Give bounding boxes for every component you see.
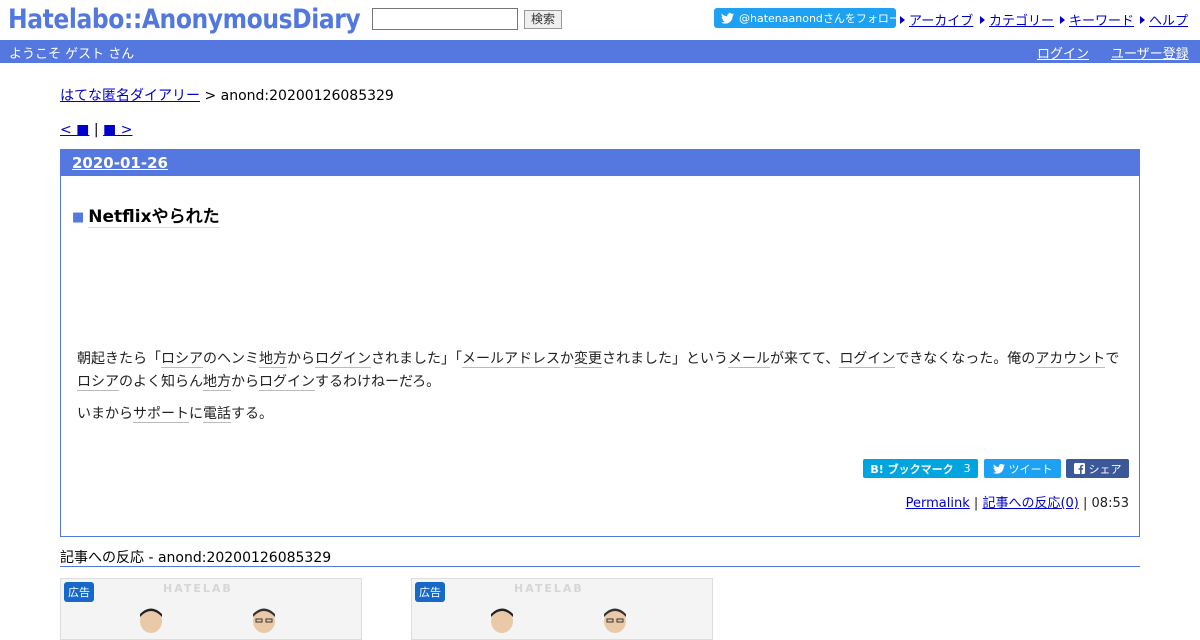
keyword-link[interactable]: サポート xyxy=(133,406,189,423)
keyword-link[interactable]: 地方 xyxy=(203,374,231,391)
hatena-bookmark-button[interactable]: B! ブックマーク 3 xyxy=(863,459,978,478)
triangle-right-icon xyxy=(1140,16,1145,24)
entry-time: 08:53 xyxy=(1091,496,1129,511)
triangle-right-icon xyxy=(900,16,905,24)
entry-paragraph-1: 朝起きたら「ロシアのヘンミ地方からログインされました」「メールアドレスか変更され… xyxy=(77,348,1133,394)
keyword-link[interactable]: 地方 xyxy=(259,351,287,368)
bookmark-count: 3 xyxy=(963,462,971,475)
entry-paragraph-2: いまからサポートに電話する。 xyxy=(77,403,1133,426)
permalink-link[interactable]: Permalink xyxy=(906,496,970,511)
ad-people-image-icon xyxy=(140,608,275,633)
nav-category[interactable]: カテゴリー xyxy=(980,10,1054,29)
prev-entry-link[interactable]: < ■ xyxy=(60,122,89,138)
ad-card[interactable]: 広告 HATELAB xyxy=(411,578,713,640)
entry-title-text: Netflixやられた xyxy=(88,207,220,228)
site-logo[interactable]: Hatelabo::AnonymousDiary xyxy=(8,3,361,37)
entry-text-segment: か xyxy=(560,351,574,367)
entry-box: 2020-01-26 ■ Netflixやられた 朝起きたら「ロシアのヘンミ地方か… xyxy=(60,149,1140,537)
entry-text-segment: で xyxy=(1105,351,1120,367)
follow-label: @hatenaanondさんをフォロー xyxy=(739,12,896,25)
keyword-link[interactable]: 変更 xyxy=(574,351,602,368)
entry-text-segment: いまから xyxy=(77,406,133,422)
share-label: シェア xyxy=(1088,462,1122,476)
entry-text-segment: から xyxy=(231,374,259,390)
entry-text-segment: するわけねーだろ。 xyxy=(315,374,441,390)
tweet-button[interactable]: ツイート xyxy=(984,459,1061,478)
keyword-link[interactable]: ログイン xyxy=(839,351,896,368)
entry-text-segment: する。 xyxy=(231,406,273,422)
keyword-link[interactable]: ロシア xyxy=(77,374,119,391)
nav-archive[interactable]: アーカイブ xyxy=(900,10,973,29)
entry-text-segment: できなくなった。俺の xyxy=(895,351,1036,367)
search-button[interactable]: 検索 xyxy=(524,10,563,29)
pager-separator: | xyxy=(93,122,99,138)
triangle-right-icon xyxy=(1060,16,1065,24)
entry-text-segment: に xyxy=(189,406,203,422)
keyword-link[interactable]: アカウント xyxy=(1035,351,1106,368)
nav-category-link[interactable]: カテゴリー xyxy=(989,14,1054,29)
ad-people-image-icon xyxy=(491,608,626,633)
entry-text-segment: されました」という xyxy=(602,351,728,367)
entry-text-segment: のヘンミ xyxy=(203,351,259,367)
nav-help-link[interactable]: ヘルプ xyxy=(1149,14,1188,29)
footer-separator: | xyxy=(973,496,979,511)
entry-text-segment: されました」「 xyxy=(371,351,462,367)
entry-text-segment: から xyxy=(287,351,315,367)
entry-text-segment: のよく知らん xyxy=(119,374,203,390)
ad-badge: 広告 xyxy=(415,582,445,602)
entry-permalink-square-icon[interactable]: ■ xyxy=(72,210,84,225)
keyword-link[interactable]: ログイン xyxy=(259,374,315,391)
triangle-right-icon xyxy=(980,16,985,24)
bookmark-label: B! ブックマーク xyxy=(870,462,954,476)
ad-watermark: HATELAB xyxy=(163,582,233,595)
welcome-text: ようこそ ゲスト さん xyxy=(9,47,135,62)
ad-badge: 広告 xyxy=(64,582,94,602)
footer-separator: | xyxy=(1083,496,1088,511)
nav-keyword[interactable]: キーワード xyxy=(1060,10,1134,29)
user-bar: ようこそ ゲスト さん ログイン ユーザー登録 xyxy=(0,40,1200,63)
keyword-link[interactable]: メールアドレス xyxy=(462,351,560,368)
tweet-label: ツイート xyxy=(1008,462,1053,476)
entry-title: ■ Netflixやられた xyxy=(72,202,220,228)
ad-card[interactable]: 広告 HATELAB xyxy=(60,578,362,640)
header: Hatelabo::AnonymousDiary 検索 @hatenaanond… xyxy=(0,0,1200,40)
breadcrumb-separator: > xyxy=(204,88,217,104)
keyword-link[interactable]: ロシア xyxy=(161,351,203,368)
twitter-bird-icon xyxy=(992,463,1005,474)
login-link[interactable]: ログイン xyxy=(1037,43,1089,62)
twitter-follow-button[interactable]: @hatenaanondさんをフォロー xyxy=(714,8,896,28)
reactions-link[interactable]: 記事への反応(0) xyxy=(982,496,1078,511)
entry-date-link[interactable]: 2020-01-26 xyxy=(72,154,168,172)
entry-text-segment: 朝起きたら「 xyxy=(77,351,161,367)
nav-archive-link[interactable]: アーカイブ xyxy=(909,14,973,29)
ad-watermark: HATELAB xyxy=(514,582,584,595)
keyword-link[interactable]: メール xyxy=(728,351,770,368)
facebook-share-button[interactable]: シェア xyxy=(1066,459,1129,478)
nav-help[interactable]: ヘルプ xyxy=(1140,10,1188,29)
register-link[interactable]: ユーザー登録 xyxy=(1111,43,1189,62)
breadcrumb-home-link[interactable]: はてな匿名ダイアリー xyxy=(60,88,200,104)
search-input[interactable] xyxy=(372,8,518,30)
keyword-link[interactable]: ログイン xyxy=(315,351,371,368)
reactions-heading: 記事への反応 - anond:20200126085329 xyxy=(60,547,1140,567)
twitter-bird-icon xyxy=(721,12,734,24)
next-entry-link[interactable]: ■ > xyxy=(103,122,132,138)
entry-footer: Permalink | 記事への反応(0) | 08:53 xyxy=(906,492,1129,511)
keyword-link[interactable]: 電話 xyxy=(203,406,231,423)
nav-keyword-link[interactable]: キーワード xyxy=(1069,14,1134,29)
pager: < ■ | ■ > xyxy=(60,122,132,138)
entry-date-header: 2020-01-26 xyxy=(61,150,1139,176)
breadcrumb: はてな匿名ダイアリー > anond:20200126085329 xyxy=(60,85,394,105)
facebook-icon xyxy=(1073,463,1085,474)
breadcrumb-current: anond:20200126085329 xyxy=(220,88,394,104)
entry-text-segment: が来てて、 xyxy=(770,351,840,367)
